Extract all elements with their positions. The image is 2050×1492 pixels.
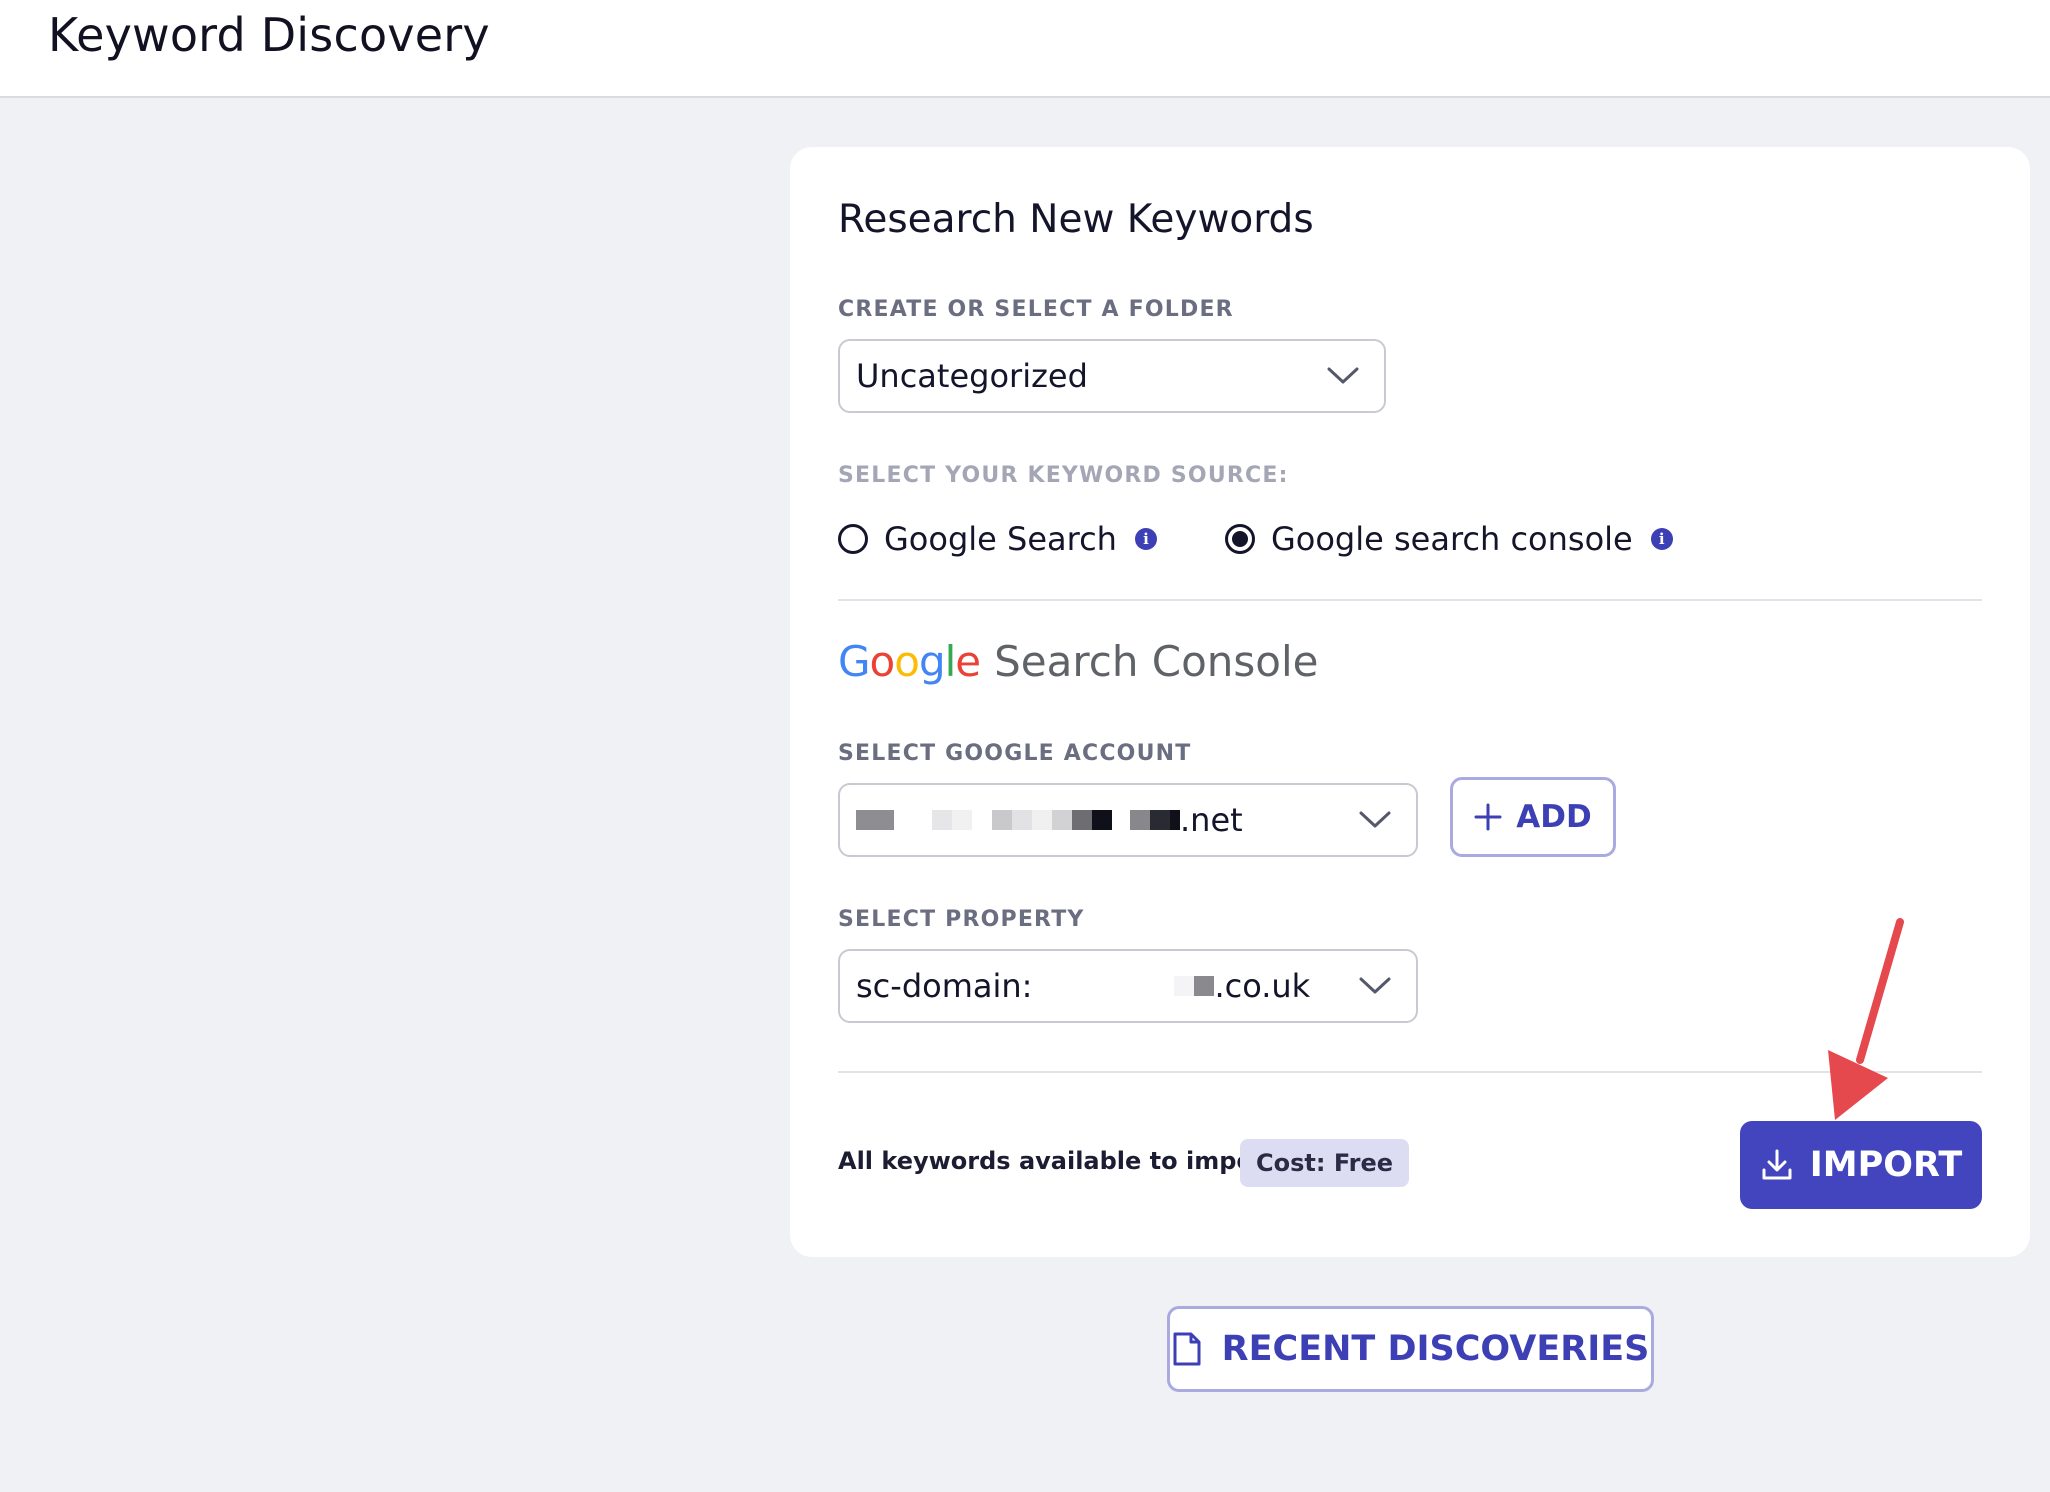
source-options: Google Search i Google search console i	[838, 509, 1673, 569]
info-icon[interactable]: i	[1134, 528, 1157, 550]
recent-discoveries-label: RECENT DISCOVERIES	[1221, 1329, 1650, 1369]
page-title: Keyword Discovery	[48, 8, 490, 62]
plus-icon	[1474, 803, 1502, 831]
folder-select[interactable]: Uncategorized	[838, 339, 1386, 413]
folder-select-value: Uncategorized	[856, 357, 1088, 395]
recent-discoveries-button[interactable]: RECENT DISCOVERIES	[1167, 1306, 1654, 1392]
google-logo: Google	[838, 637, 981, 686]
account-select[interactable]: .net	[838, 783, 1418, 857]
google-search-console-logo: Google Search Console	[838, 637, 1319, 686]
google-logo-letter: g	[918, 637, 946, 686]
radio-google-search[interactable]: Google Search i	[838, 520, 1157, 558]
property-suffix: .co.uk	[1214, 967, 1311, 1005]
document-icon	[1173, 1332, 1201, 1366]
radio-dot	[1231, 531, 1248, 547]
card-title: Research New Keywords	[838, 197, 1314, 242]
chevron-down-icon	[1359, 811, 1391, 828]
property-select[interactable]: sc-domain: .co.uk	[838, 949, 1418, 1023]
folder-label: CREATE OR SELECT A FOLDER	[838, 297, 1234, 322]
account-select-value: .net	[856, 801, 1243, 839]
google-logo-letter: e	[955, 637, 981, 686]
account-domain-suffix: .net	[1180, 801, 1243, 839]
add-account-button[interactable]: ADD	[1450, 777, 1616, 857]
annotation-arrow-icon	[1828, 918, 1904, 1120]
property-prefix: sc-domain:	[856, 967, 1033, 1005]
radio-google-search-console[interactable]: Google search console i	[1224, 520, 1673, 558]
import-button[interactable]: IMPORT	[1740, 1121, 1982, 1209]
add-button-label: ADD	[1516, 799, 1592, 835]
chevron-down-icon	[1359, 977, 1391, 994]
redacted-text	[856, 810, 1180, 830]
chevron-down-icon	[1327, 367, 1359, 384]
google-logo-letter: G	[838, 637, 871, 686]
cost-badge: Cost: Free	[1240, 1139, 1410, 1187]
radio-label-gsc: Google search console	[1270, 520, 1633, 558]
radio-label-google-search: Google Search	[884, 520, 1117, 558]
search-console-text: Search Console	[994, 637, 1319, 686]
top-bar: Keyword Discovery	[0, 0, 2050, 98]
radio-button-selected[interactable]	[1224, 524, 1255, 554]
source-label: SELECT YOUR KEYWORD SOURCE:	[838, 463, 1289, 488]
divider	[838, 599, 1982, 601]
google-logo-letter: l	[944, 637, 957, 686]
property-select-value: sc-domain: .co.uk	[856, 967, 1310, 1005]
google-logo-letter: o	[894, 637, 920, 686]
radio-button[interactable]	[838, 524, 868, 554]
account-label: SELECT GOOGLE ACCOUNT	[838, 741, 1192, 766]
property-label: SELECT PROPERTY	[838, 907, 1085, 932]
download-icon	[1762, 1149, 1792, 1180]
import-button-label: IMPORT	[1809, 1145, 1963, 1185]
available-text: All keywords available to import	[838, 1147, 1277, 1175]
redacted-text	[1034, 976, 1215, 996]
info-icon[interactable]: i	[1650, 528, 1673, 550]
google-logo-letter: o	[869, 637, 896, 686]
